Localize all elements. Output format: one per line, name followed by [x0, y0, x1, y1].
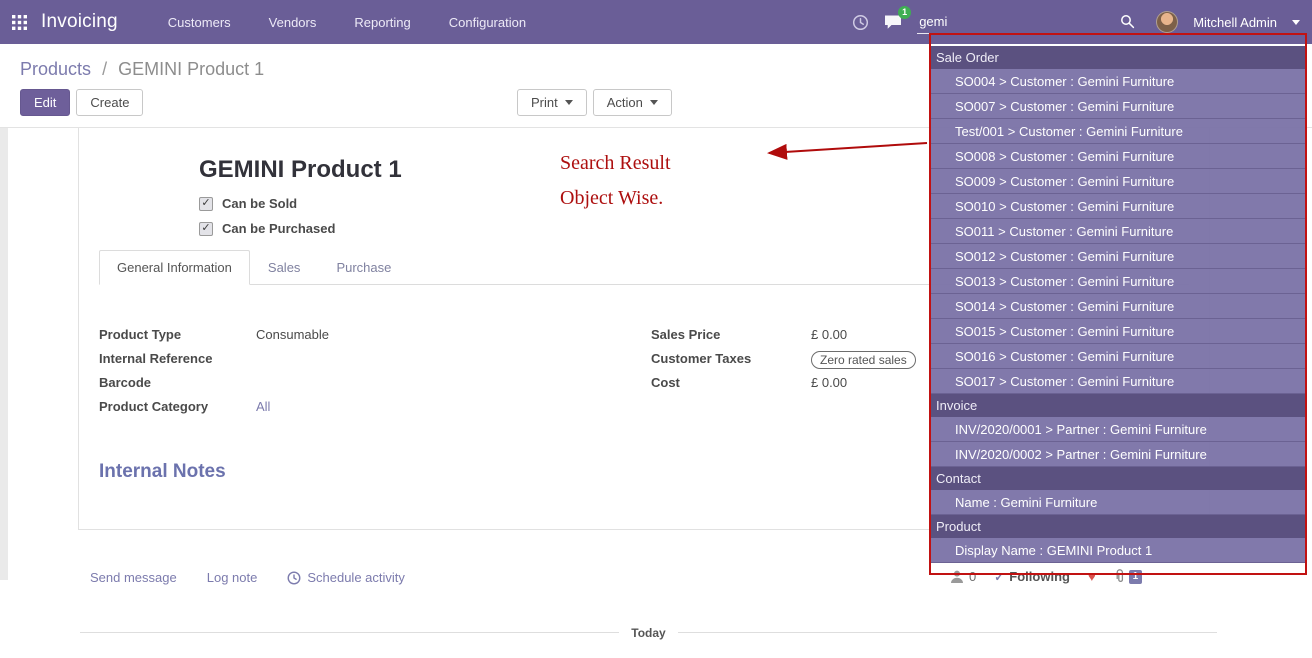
- tab[interactable]: Purchase: [318, 250, 409, 285]
- search-section-header[interactable]: Sale Order: [931, 46, 1305, 69]
- left-field-group: Product Type Consumable Internal Referen…: [99, 327, 651, 423]
- date-divider-label: Today: [619, 626, 677, 640]
- search-section-header[interactable]: Contact: [931, 467, 1305, 490]
- search-result-item[interactable]: SO004 > Customer : Gemini Furniture: [931, 69, 1305, 94]
- search-result-item[interactable]: SO012 > Customer : Gemini Furniture: [931, 244, 1305, 269]
- breadcrumb-products-link[interactable]: Products: [20, 59, 91, 79]
- chevron-down-icon: [650, 100, 658, 105]
- messages-icon[interactable]: 1: [884, 14, 902, 30]
- print-menu-label: Print: [531, 95, 558, 110]
- field-label: Sales Price: [651, 327, 811, 342]
- log-note-button[interactable]: Log note: [207, 570, 258, 585]
- messages-count-badge: 1: [898, 6, 911, 19]
- action-menu-label: Action: [607, 95, 643, 110]
- field-label: Internal Reference: [99, 351, 256, 366]
- activities-clock-icon[interactable]: [852, 14, 869, 31]
- chatter-toolbar: Send message Log note Schedule activity: [90, 570, 405, 585]
- nav-menu-item[interactable]: Reporting: [354, 15, 410, 30]
- date-divider: Today: [80, 632, 1217, 651]
- search-result-item[interactable]: SO011 > Customer : Gemini Furniture: [931, 219, 1305, 244]
- annotation-arrow-icon: [755, 136, 935, 166]
- search-result-item[interactable]: Display Name : GEMINI Product 1: [931, 538, 1305, 563]
- field-label: Barcode: [99, 375, 256, 390]
- apps-grid-icon[interactable]: [12, 15, 27, 30]
- search-icon[interactable]: [1120, 14, 1135, 29]
- action-menus: Print Action: [517, 89, 672, 116]
- field-label: Product Category: [99, 399, 256, 414]
- annotation-line-1: Search Result: [560, 146, 671, 181]
- tab[interactable]: General Information: [99, 250, 250, 285]
- search-result-item[interactable]: SO014 > Customer : Gemini Furniture: [931, 294, 1305, 319]
- search-result-item[interactable]: SO010 > Customer : Gemini Furniture: [931, 194, 1305, 219]
- checkbox[interactable]: [199, 222, 213, 236]
- search-result-item[interactable]: Test/001 > Customer : Gemini Furniture: [931, 119, 1305, 144]
- left-gutter: [0, 128, 8, 580]
- checkbox-label: Can be Sold: [222, 196, 297, 211]
- chevron-down-icon: [565, 100, 573, 105]
- field-label: Customer Taxes: [651, 351, 811, 366]
- app-title[interactable]: Invoicing: [41, 11, 118, 33]
- search-result-item[interactable]: SO009 > Customer : Gemini Furniture: [931, 169, 1305, 194]
- tab[interactable]: Sales: [250, 250, 319, 285]
- breadcrumb-separator: /: [102, 59, 107, 79]
- invoicing-page: Invoicing Customers Vendors Reporting Confi…: [0, 0, 1312, 658]
- checkbox-label: Can be Purchased: [222, 221, 335, 236]
- nav-menus: Customers Vendors Reporting Configuration: [168, 15, 526, 30]
- search-section-header[interactable]: Invoice: [931, 394, 1305, 417]
- edit-button[interactable]: Edit: [20, 89, 70, 116]
- nav-menu-item[interactable]: Configuration: [449, 15, 526, 30]
- search-results-dropdown: Sale Order SO004 > Customer : Gemini Fur…: [929, 33, 1307, 575]
- search-result-item[interactable]: INV/2020/0001 > Partner : Gemini Furnitu…: [931, 417, 1305, 442]
- schedule-activity-label: Schedule activity: [307, 570, 405, 585]
- field-label: Product Type: [99, 327, 256, 342]
- breadcrumb-current: GEMINI Product 1: [118, 59, 264, 79]
- search-result-item[interactable]: SO015 > Customer : Gemini Furniture: [931, 319, 1305, 344]
- search-section-header[interactable]: Product: [931, 515, 1305, 538]
- action-menu-button[interactable]: Action: [593, 89, 672, 116]
- navbar-right: 1 Mitchell Admin: [852, 10, 1300, 34]
- chevron-down-icon: [1292, 20, 1300, 25]
- search-result-item[interactable]: SO008 > Customer : Gemini Furniture: [931, 144, 1305, 169]
- field-value: All: [256, 399, 270, 414]
- field-row: Product Type Consumable: [99, 327, 651, 346]
- search-input[interactable]: [917, 10, 1120, 33]
- search-result-item[interactable]: SO017 > Customer : Gemini Furniture: [931, 369, 1305, 394]
- field-label: Cost: [651, 375, 811, 390]
- field-row: Product Category All: [99, 399, 651, 418]
- field-value: £ 0.00: [811, 327, 847, 342]
- field-row: Barcode: [99, 375, 651, 394]
- clock-icon: [287, 571, 301, 585]
- field-row: Internal Reference: [99, 351, 651, 370]
- nav-menu-item[interactable]: Customers: [168, 15, 231, 30]
- global-search: [917, 10, 1135, 34]
- search-result-item[interactable]: INV/2020/0002 > Partner : Gemini Furnitu…: [931, 442, 1305, 467]
- nav-menu-item[interactable]: Vendors: [269, 15, 317, 30]
- send-message-button[interactable]: Send message: [90, 570, 177, 585]
- checkbox[interactable]: [199, 197, 213, 211]
- create-button[interactable]: Create: [76, 89, 143, 116]
- field-value: Zero rated sales: [811, 351, 916, 369]
- search-result-item[interactable]: SO016 > Customer : Gemini Furniture: [931, 344, 1305, 369]
- avatar[interactable]: [1156, 11, 1178, 33]
- search-result-item[interactable]: SO007 > Customer : Gemini Furniture: [931, 94, 1305, 119]
- user-menu[interactable]: Mitchell Admin: [1193, 15, 1277, 30]
- schedule-activity-button[interactable]: Schedule activity: [287, 570, 405, 585]
- field-value: £ 0.00: [811, 375, 847, 390]
- search-result-item[interactable]: Name : Gemini Furniture: [931, 490, 1305, 515]
- field-value: Consumable: [256, 327, 329, 342]
- annotation-line-2: Object Wise.: [560, 181, 671, 216]
- print-menu-button[interactable]: Print: [517, 89, 587, 116]
- annotation-note: Search Result Object Wise.: [560, 146, 671, 216]
- search-result-item[interactable]: SO013 > Customer : Gemini Furniture: [931, 269, 1305, 294]
